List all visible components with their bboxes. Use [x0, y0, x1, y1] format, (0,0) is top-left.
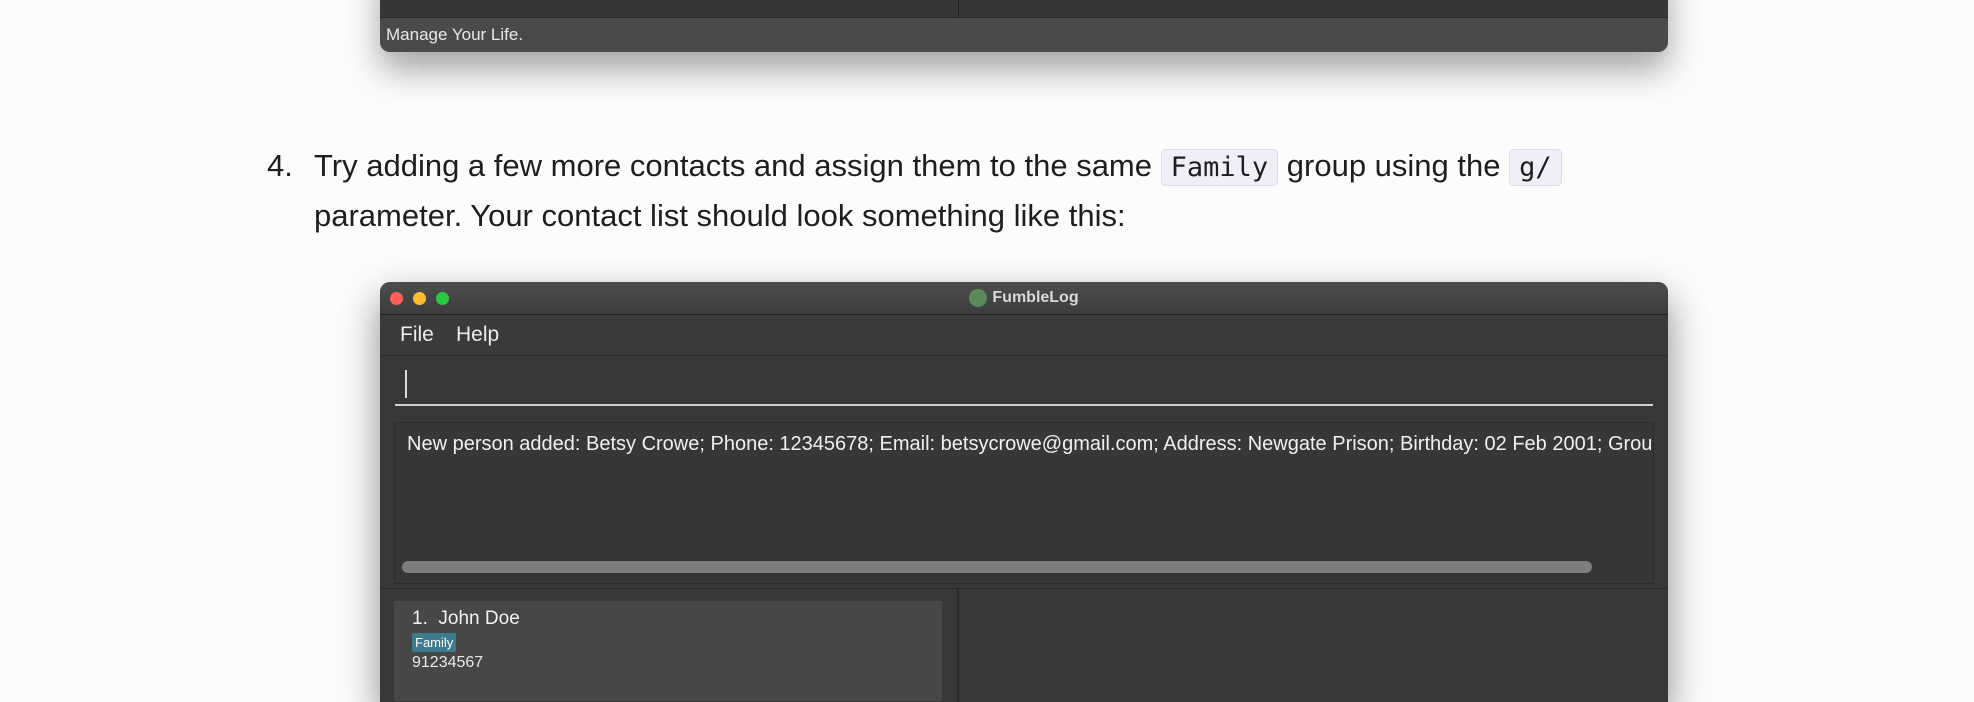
- code-group-prefix: g/: [1509, 149, 1562, 186]
- group-tag: Family: [412, 633, 457, 652]
- code-family: Family: [1160, 149, 1279, 186]
- app-logo-icon: [969, 289, 988, 307]
- fumblelog-window-screenshot: FumbleLog File Help New person added: Be…: [380, 282, 1668, 702]
- step-text-middle: group using the: [1278, 148, 1510, 183]
- window-title: FumbleLog: [380, 282, 1668, 314]
- status-bar: Manage Your Life.: [380, 17, 1668, 52]
- command-box: [380, 356, 1668, 411]
- step-text-after: parameter. Your contact list should look…: [314, 198, 1126, 233]
- panel-split-divider: [957, 589, 959, 702]
- menu-file[interactable]: File: [400, 315, 434, 355]
- step-number: 4.: [267, 148, 293, 183]
- person-index: 1.: [412, 608, 428, 629]
- text-caret: [405, 370, 407, 398]
- step-text: Try adding a few more contacts and assig…: [314, 142, 1674, 240]
- status-text: Manage Your Life.: [386, 25, 524, 44]
- panel-divider: [958, 0, 959, 18]
- horizontal-scrollbar[interactable]: [402, 561, 1592, 573]
- menu-help[interactable]: Help: [456, 315, 499, 355]
- menu-bar: File Help: [380, 315, 1668, 356]
- title-bar: FumbleLog: [380, 282, 1668, 315]
- person-phone: 91234567: [412, 654, 484, 671]
- window-title-text: FumbleLog: [992, 289, 1079, 306]
- person-name: 1. John Doe: [412, 608, 520, 630]
- result-display: New person added: Betsy Crowe; Phone: 12…: [394, 422, 1654, 584]
- person-list-panel: 1. John Doe Family 91234567: [380, 589, 957, 702]
- person-name-text: John Doe: [438, 608, 520, 629]
- previous-window-screenshot: Manage Your Life.: [380, 0, 1668, 52]
- person-card[interactable]: 1. John Doe Family 91234567: [394, 601, 942, 701]
- step-text-before: Try adding a few more contacts and assig…: [314, 148, 1161, 183]
- result-message: New person added: Betsy Crowe; Phone: 12…: [407, 433, 1653, 455]
- command-input[interactable]: [395, 362, 1653, 406]
